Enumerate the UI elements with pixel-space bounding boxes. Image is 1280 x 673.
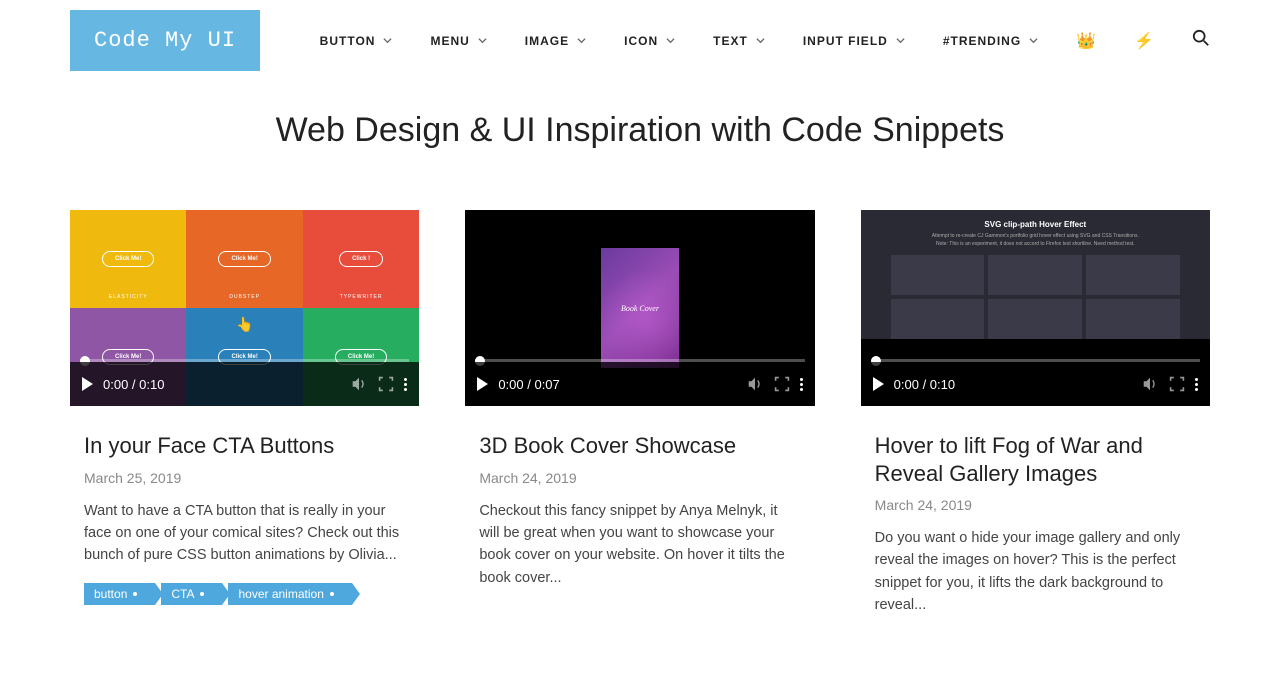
preview-title: SVG clip-path Hover Effect (891, 220, 1180, 229)
video-time: 0:00 / 0:07 (498, 377, 559, 392)
tag-list: button CTA hover animation (84, 583, 405, 605)
card-date: March 25, 2019 (84, 470, 405, 486)
tag-label: button (94, 587, 127, 601)
main-nav: BUTTON MENU IMAGE ICON TEXT INPUT FIELD … (320, 29, 1210, 52)
nav-menu[interactable]: MENU (430, 34, 486, 48)
logo[interactable]: Code My UI (70, 10, 260, 71)
cta-btn: Click Me! (102, 251, 154, 267)
more-icon[interactable] (404, 378, 407, 391)
fullscreen-icon[interactable] (774, 376, 790, 392)
preview-cell: Click Me! ELASTICITY (70, 210, 186, 308)
tag-dot-icon (330, 592, 334, 596)
page-title: Web Design & UI Inspiration with Code Sn… (0, 111, 1280, 150)
preview-subtitle: Note: This is an experiment, it does not… (891, 241, 1180, 247)
book-title: Book Cover (621, 304, 659, 313)
cta-btn: Click Me! (218, 251, 270, 267)
video-controls: 0:00 / 0:07 (465, 362, 814, 406)
cell-label: TYPEWRITER (340, 294, 383, 300)
more-icon[interactable] (800, 378, 803, 391)
tag-dot-icon (200, 592, 204, 596)
card-title[interactable]: Hover to lift Fog of War and Reveal Gall… (875, 432, 1196, 487)
card-preview[interactable]: SVG clip-path Hover Effect Attempt to re… (861, 210, 1210, 406)
card-title[interactable]: 3D Book Cover Showcase (479, 432, 800, 460)
tag-dot-icon (133, 592, 137, 596)
card-body: Hover to lift Fog of War and Reveal Gall… (861, 406, 1210, 633)
nav-label: TEXT (713, 34, 748, 48)
video-controls: 0:00 / 0:10 (861, 362, 1210, 406)
card-preview[interactable]: Book Cover 0:00 / 0:07 (465, 210, 814, 406)
preview-cell: Click ! TYPEWRITER (303, 210, 419, 308)
nav-text[interactable]: TEXT (713, 34, 765, 48)
more-icon[interactable] (1195, 378, 1198, 391)
card-date: March 24, 2019 (479, 470, 800, 486)
cta-btn: Click ! (339, 251, 383, 267)
preview-cell: Click Me! DUBSTEP (186, 210, 302, 308)
tag-label: hover animation (238, 587, 323, 601)
card-body: 3D Book Cover Showcase March 24, 2019 Ch… (465, 406, 814, 605)
card-description: Want to have a CTA button that is really… (84, 500, 405, 567)
play-icon[interactable] (873, 377, 884, 391)
grid-cell (1086, 255, 1180, 295)
fullscreen-icon[interactable] (378, 376, 394, 392)
chevron-down-icon (478, 36, 487, 45)
preview-content: SVG clip-path Hover Effect Attempt to re… (861, 210, 1210, 339)
preview-subtitle: Attempt to re-create CJ Gammon's portfol… (891, 233, 1180, 239)
volume-icon[interactable] (1141, 375, 1159, 393)
play-icon[interactable] (477, 377, 488, 391)
volume-icon[interactable] (350, 375, 368, 393)
nav-icon[interactable]: ICON (624, 34, 675, 48)
grid-cell (891, 255, 985, 295)
search-icon[interactable] (1192, 29, 1210, 52)
tag-label: CTA (171, 587, 194, 601)
chevron-down-icon (577, 36, 586, 45)
hand-icon: 👆 (236, 316, 253, 333)
chevron-down-icon (666, 36, 675, 45)
volume-icon[interactable] (746, 375, 764, 393)
card: SVG clip-path Hover Effect Attempt to re… (861, 210, 1210, 633)
card-description: Do you want o hide your image gallery an… (875, 527, 1196, 617)
nav-label: MENU (430, 34, 469, 48)
bolt-icon[interactable]: ⚡ (1134, 31, 1154, 51)
card-grid: Click Me! ELASTICITY Click Me! DUBSTEP Cli… (0, 210, 1280, 673)
card-date: March 24, 2019 (875, 497, 1196, 513)
cell-label: ELASTICITY (109, 294, 148, 300)
tag[interactable]: hover animation (228, 583, 351, 605)
cell-label: DUBSTEP (229, 294, 260, 300)
nav-trending[interactable]: #TRENDING (943, 34, 1038, 48)
nav-label: ICON (624, 34, 658, 48)
chevron-down-icon (896, 36, 905, 45)
nav-label: INPUT FIELD (803, 34, 888, 48)
grid-cell (1086, 299, 1180, 339)
video-time: 0:00 / 0:10 (103, 377, 164, 392)
card-title[interactable]: In your Face CTA Buttons (84, 432, 405, 460)
video-time: 0:00 / 0:10 (894, 377, 955, 392)
grid-cell (891, 299, 985, 339)
chevron-down-icon (1029, 36, 1038, 45)
nav-button[interactable]: BUTTON (320, 34, 393, 48)
book-cover: Book Cover (601, 248, 679, 368)
video-controls: 0:00 / 0:10 (70, 362, 419, 406)
chevron-down-icon (383, 36, 392, 45)
grid-cell (988, 255, 1082, 295)
play-icon[interactable] (82, 377, 93, 391)
nav-image[interactable]: IMAGE (525, 34, 586, 48)
chevron-down-icon (756, 36, 765, 45)
nav-input-field[interactable]: INPUT FIELD (803, 34, 905, 48)
tag[interactable]: button (84, 583, 155, 605)
tag[interactable]: CTA (161, 583, 222, 605)
crown-icon[interactable]: 👑 (1076, 31, 1096, 51)
nav-label: #TRENDING (943, 34, 1021, 48)
card: Book Cover 0:00 / 0:07 3D Book Cover Sho… (465, 210, 814, 633)
card: Click Me! ELASTICITY Click Me! DUBSTEP Cli… (70, 210, 419, 633)
nav-label: BUTTON (320, 34, 376, 48)
preview-grid (891, 255, 1180, 339)
grid-cell (988, 299, 1082, 339)
nav-label: IMAGE (525, 34, 569, 48)
card-description: Checkout this fancy snippet by Anya Meln… (479, 500, 800, 590)
card-preview[interactable]: Click Me! ELASTICITY Click Me! DUBSTEP Cli… (70, 210, 419, 406)
fullscreen-icon[interactable] (1169, 376, 1185, 392)
card-body: In your Face CTA Buttons March 25, 2019 … (70, 406, 419, 605)
